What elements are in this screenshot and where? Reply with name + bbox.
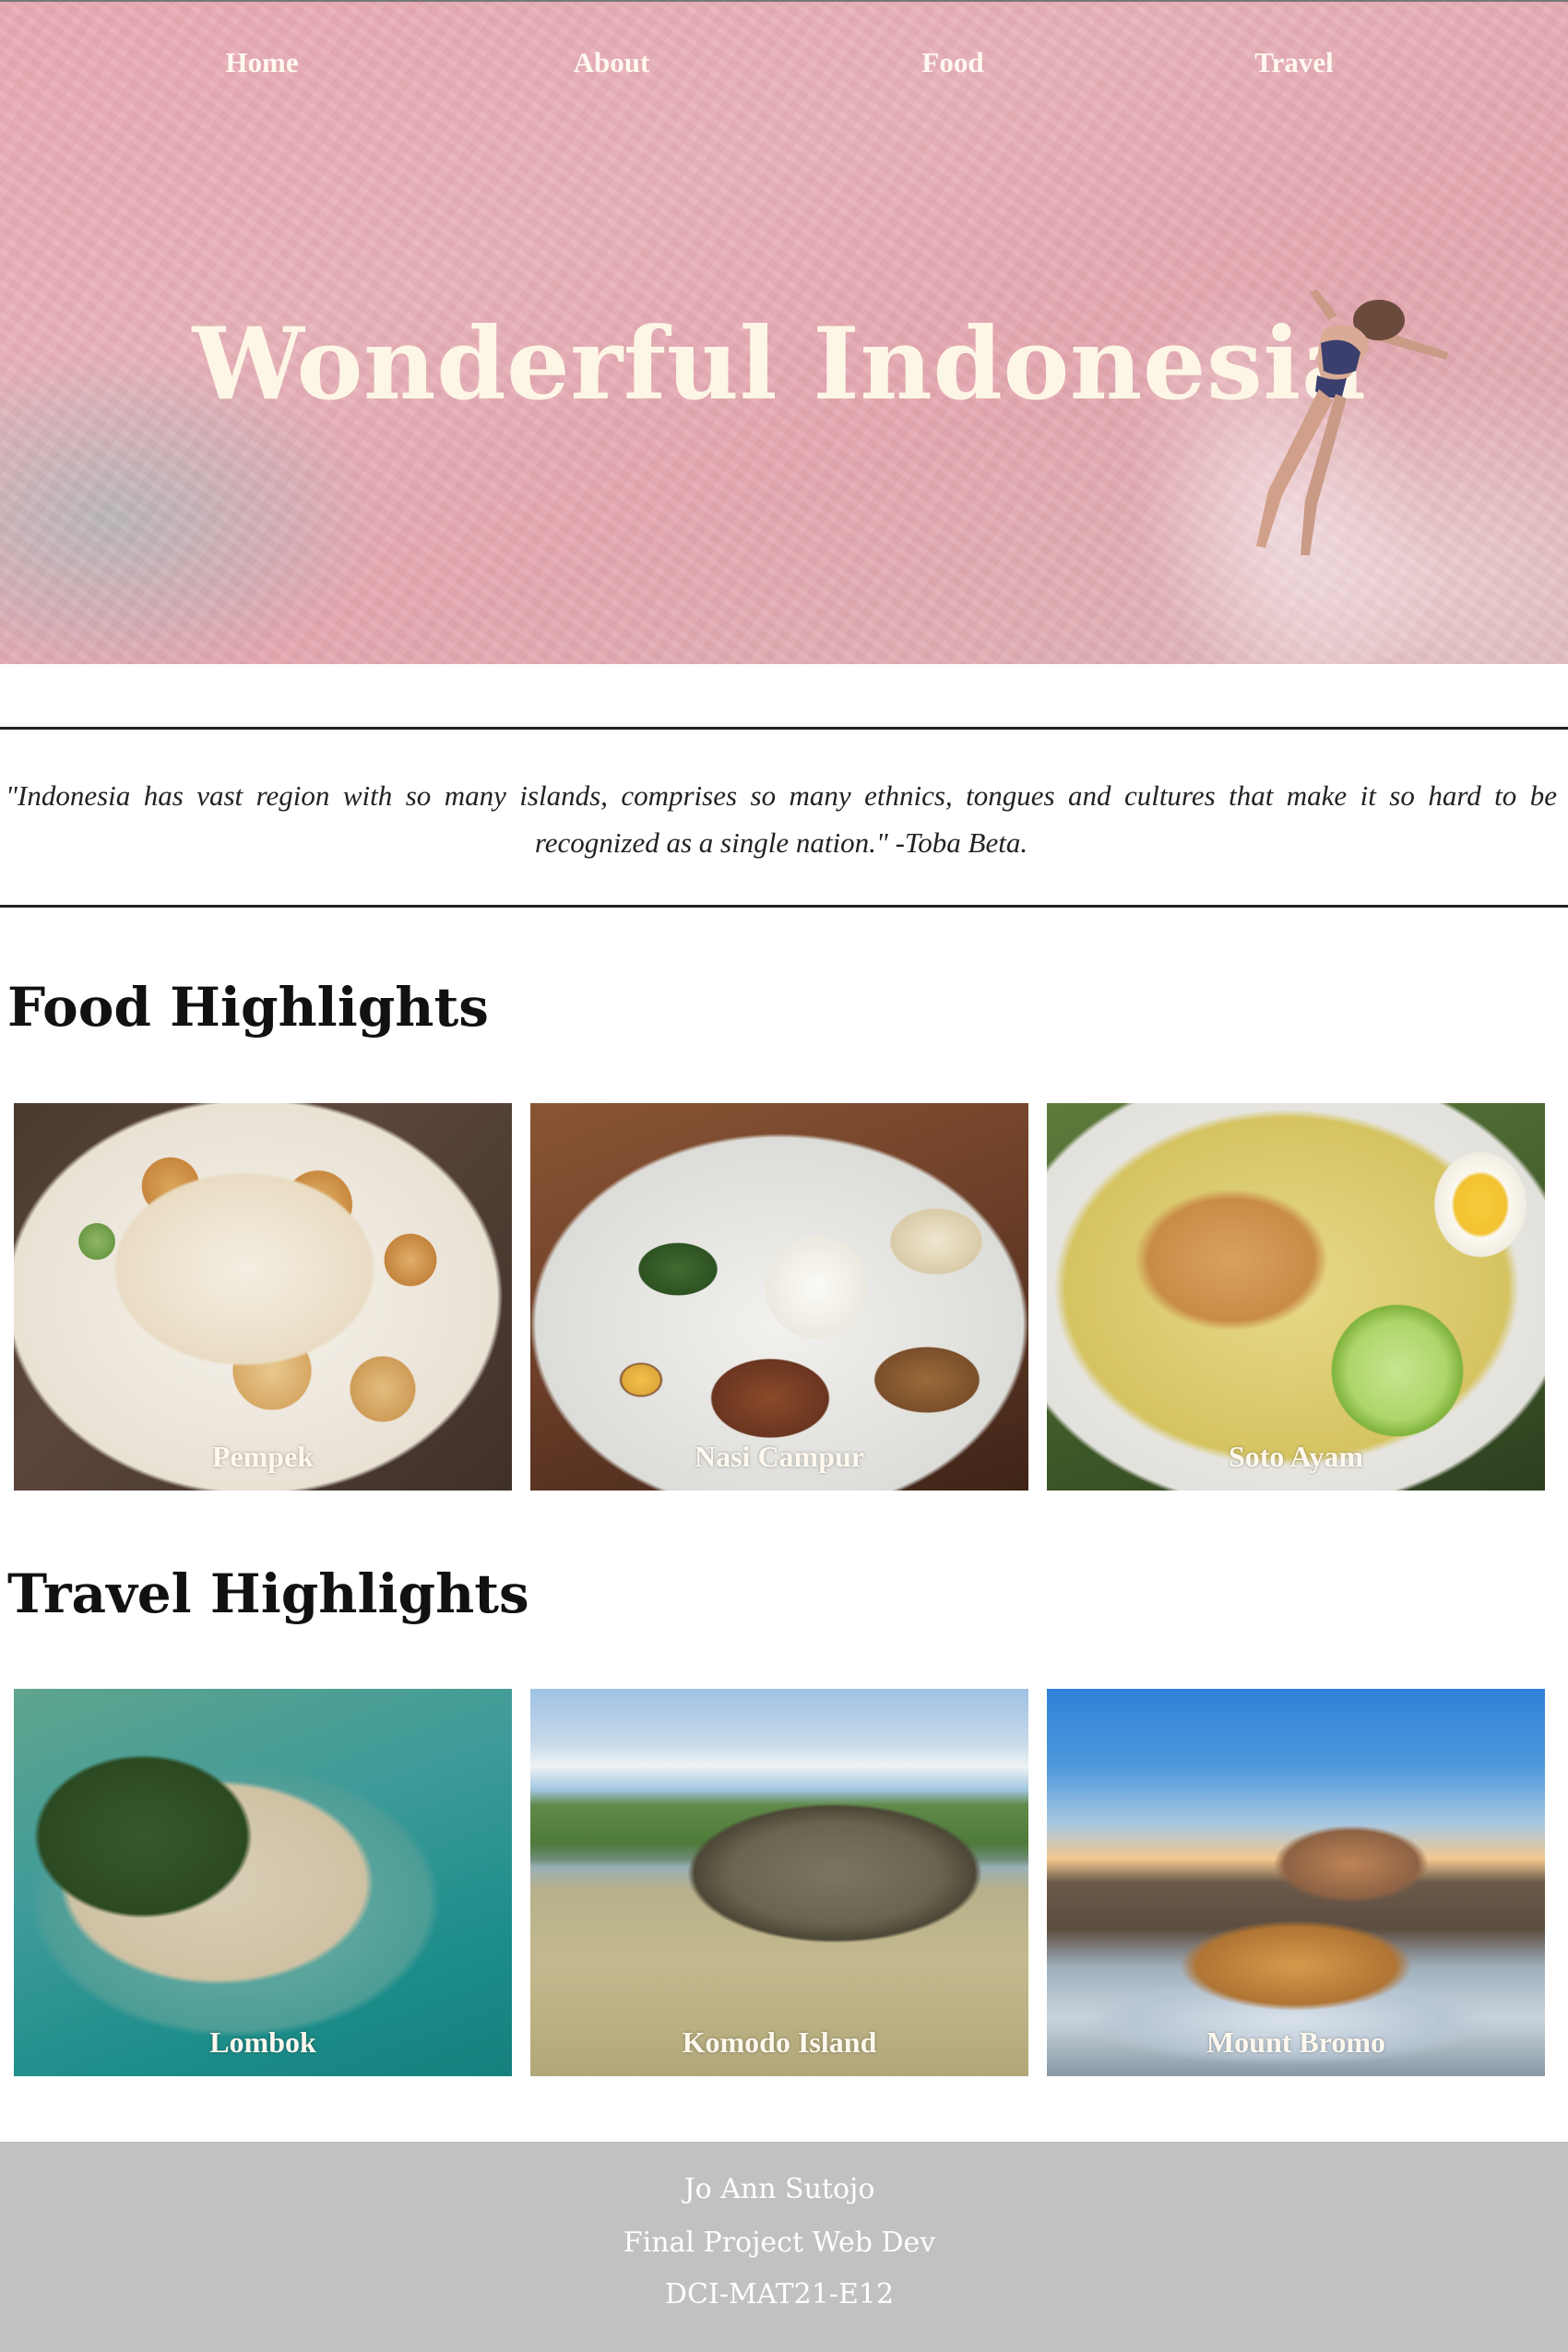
pempek-image [14, 1103, 512, 1491]
quote-section: "Indonesia has vast region with so many … [0, 727, 1568, 908]
food-card-label: Soto Ayam [1228, 1440, 1364, 1473]
food-card-pempek[interactable]: Pempek [14, 1103, 512, 1491]
nav-link-travel[interactable]: Travel [1254, 46, 1334, 79]
food-card-label: Pempek [211, 1440, 315, 1473]
lombok-image [14, 1689, 512, 2076]
top-nav: Home About Food Travel [0, 46, 1568, 83]
hero-banner: Home About Food Travel Wonderful Indones… [0, 0, 1568, 664]
soto-ayam-image [1047, 1103, 1545, 1491]
nav-link-about[interactable]: About [574, 46, 650, 79]
food-highlights-heading: Food Highlights [7, 976, 489, 1039]
food-card-label: Nasi Campur [694, 1440, 864, 1473]
travel-card-label: Komodo Island [682, 2025, 877, 2059]
footer-project: Final Project Web Dev [623, 2227, 936, 2259]
food-card-soto-ayam[interactable]: Soto Ayam [1047, 1103, 1545, 1491]
footer-class-code: DCI-MAT21-E12 [664, 2278, 895, 2310]
travel-card-komodo-island[interactable]: Komodo Island [530, 1689, 1028, 2076]
footer: Jo Ann Sutojo Final Project Web Dev DCI-… [0, 2142, 1568, 2352]
page: Home About Food Travel Wonderful Indones… [0, 0, 1568, 2352]
komodo-island-image [530, 1689, 1028, 2076]
beach-person-figure [1256, 290, 1448, 555]
food-card-nasi-campur[interactable]: Nasi Campur [530, 1103, 1028, 1491]
travel-card-label: Mount Bromo [1206, 2025, 1386, 2059]
quote-text: "Indonesia has vast region with so many … [6, 779, 1557, 859]
nasi-campur-image [530, 1103, 1028, 1491]
travel-highlights-heading: Travel Highlights [7, 1562, 529, 1625]
travel-card-mount-bromo[interactable]: Mount Bromo [1047, 1689, 1545, 2076]
nav-link-home[interactable]: Home [225, 46, 298, 79]
mount-bromo-image [1047, 1689, 1545, 2076]
nav-link-food[interactable]: Food [921, 46, 983, 79]
travel-card-label: Lombok [209, 2025, 316, 2059]
travel-card-lombok[interactable]: Lombok [14, 1689, 512, 2076]
footer-author: Jo Ann Sutojo [683, 2173, 875, 2205]
